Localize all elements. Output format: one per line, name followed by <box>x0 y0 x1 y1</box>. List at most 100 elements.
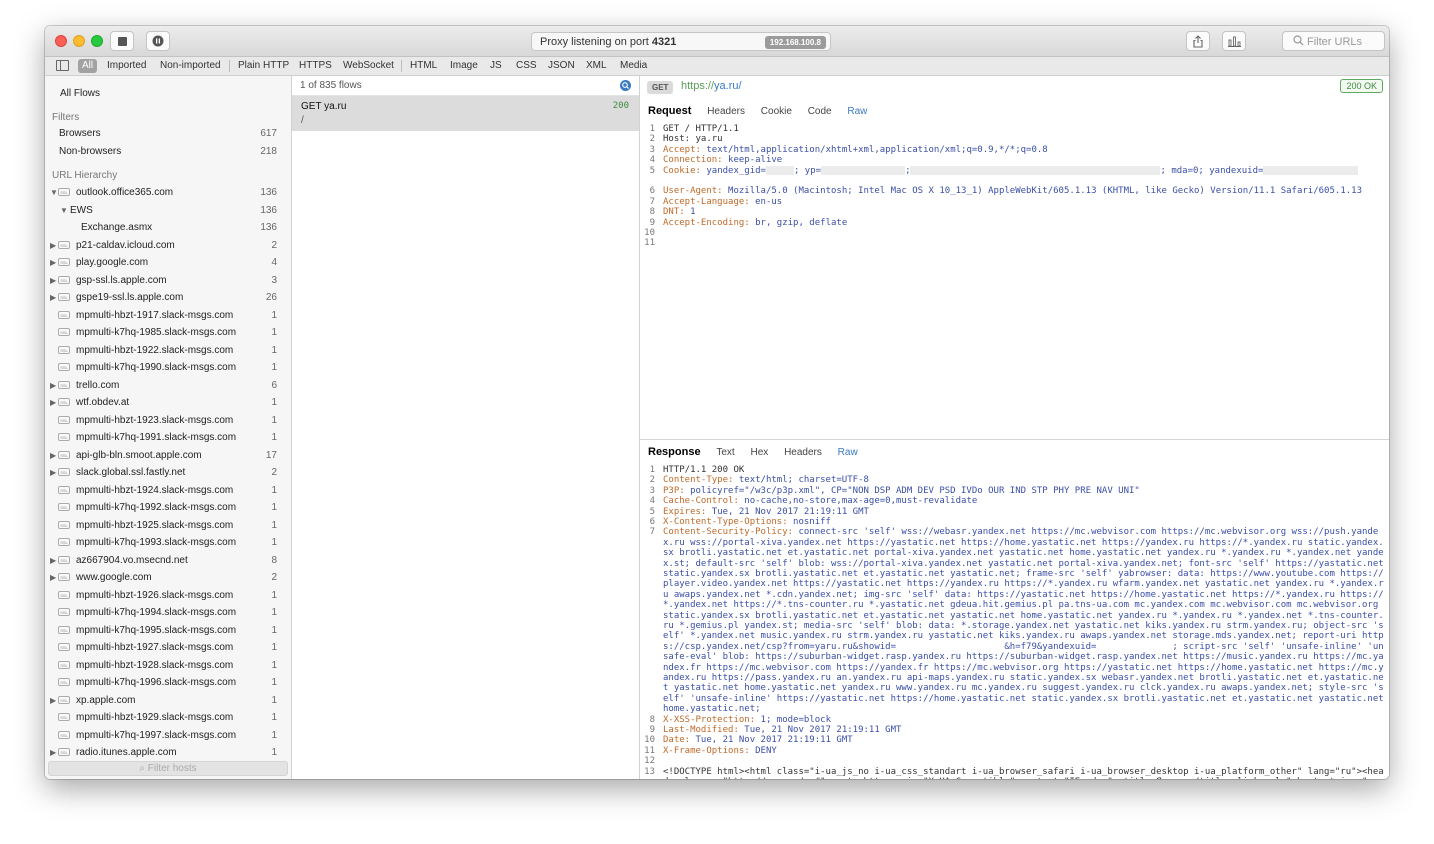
disclosure-collapsed-icon[interactable]: ▶ <box>50 552 56 569</box>
host-row[interactable]: ▶ SSL wtf.obdev.at 1 <box>45 394 291 411</box>
host-row[interactable]: ▶ SSL gsp-ssl.ls.apple.com 3 <box>45 272 291 289</box>
disclosure-expanded-icon[interactable]: ▼ <box>50 184 58 201</box>
zoom-button[interactable] <box>91 35 103 47</box>
host-row[interactable]: SSL mpmulti-hbzt-1925.slack-msgs.com 1 <box>45 517 291 534</box>
host-row[interactable]: SSL mpmulti-hbzt-1928.slack-msgs.com 1 <box>45 657 291 674</box>
filter-tab-html[interactable]: HTML <box>406 59 441 73</box>
pause-button[interactable] <box>146 31 170 51</box>
host-row[interactable]: SSL mpmulti-k7hq-1996.slack-msgs.com 1 <box>45 674 291 691</box>
host-row[interactable]: SSL mpmulti-hbzt-1923.slack-msgs.com 1 <box>45 412 291 429</box>
host-label: play.google.com <box>76 257 149 268</box>
host-row[interactable]: ▶ SSL slack.global.ssl.fastly.net 2 <box>45 464 291 481</box>
stop-button[interactable] <box>110 31 134 51</box>
flow-row[interactable]: GET ya.ru / 200 <box>292 96 639 131</box>
host-row[interactable]: SSL mpmulti-hbzt-1926.slack-msgs.com 1 <box>45 587 291 604</box>
header-name: Content-Type: <box>663 475 739 486</box>
disclosure-collapsed-icon[interactable]: ▶ <box>50 569 56 586</box>
host-row[interactable]: SSL mpmulti-k7hq-1990.slack-msgs.com 1 <box>45 359 291 376</box>
filter-tab-json[interactable]: JSON <box>544 59 579 73</box>
filter-tab-media[interactable]: Media <box>616 59 651 73</box>
search-flows-icon[interactable] <box>620 80 631 91</box>
filter-urls-input[interactable]: Filter URLs <box>1282 31 1385 51</box>
tab-response-raw[interactable]: Raw <box>838 447 858 458</box>
filter-tab-xml[interactable]: XML <box>582 59 611 73</box>
host-row[interactable]: ▶ SSL www.google.com 2 <box>45 569 291 586</box>
filter-tab-plain-http[interactable]: Plain HTTP <box>234 59 293 73</box>
sidebar-item-all-flows[interactable]: All Flows <box>45 85 291 102</box>
tab-request-code[interactable]: Code <box>808 106 832 117</box>
request-heading: Request <box>648 105 692 117</box>
filter-tab-imported[interactable]: Imported <box>103 59 150 73</box>
code-line: Cookie: yandex_gid=; yp=;; mda=0; yandex… <box>663 165 1385 176</box>
host-row[interactable]: SSL mpmulti-hbzt-1922.slack-msgs.com 1 <box>45 342 291 359</box>
filter-tab-non-imported[interactable]: Non-imported <box>156 59 225 73</box>
filter-tab-all[interactable]: All <box>78 59 98 73</box>
host-row[interactable]: ▶ SSL gspe19-ssl.ls.apple.com 26 <box>45 289 291 306</box>
sidebar-toggle-icon[interactable] <box>56 60 69 71</box>
pane-divider[interactable] <box>640 439 1389 440</box>
host-row[interactable]: ▶ SSL api-glb-bln.smoot.apple.com 17 <box>45 447 291 464</box>
host-row[interactable]: SSL mpmulti-k7hq-1991.slack-msgs.com 1 <box>45 429 291 446</box>
host-row[interactable]: Exchange.asmx 136 <box>45 219 291 236</box>
code-line: X-Content-Type-Options: nosniff <box>663 517 1385 527</box>
host-row[interactable]: SSL mpmulti-k7hq-1994.slack-msgs.com 1 <box>45 604 291 621</box>
disclosure-collapsed-icon[interactable]: ▶ <box>50 744 56 761</box>
tab-response-hex[interactable]: Hex <box>750 447 768 458</box>
host-row[interactable]: SSL mpmulti-k7hq-1985.slack-msgs.com 1 <box>45 324 291 341</box>
ssl-icon: SSL <box>58 748 70 756</box>
statistics-button[interactable] <box>1222 31 1246 51</box>
host-row[interactable]: ▼ EWS 136 <box>45 202 291 219</box>
host-row[interactable]: ▶ SSL play.google.com 4 <box>45 254 291 271</box>
host-row[interactable]: SSL mpmulti-hbzt-1924.slack-msgs.com 1 <box>45 482 291 499</box>
header-name: DNT: <box>663 207 691 218</box>
filter-tab-image[interactable]: Image <box>446 59 482 73</box>
disclosure-collapsed-icon[interactable]: ▶ <box>50 464 56 481</box>
disclosure-collapsed-icon[interactable]: ▶ <box>50 272 56 289</box>
host-row[interactable]: SSL mpmulti-k7hq-1995.slack-msgs.com 1 <box>45 622 291 639</box>
disclosure-collapsed-icon[interactable]: ▶ <box>50 377 56 394</box>
tab-response-text[interactable]: Text <box>716 447 734 458</box>
disclosure-collapsed-icon[interactable]: ▶ <box>50 447 56 464</box>
host-row[interactable]: SSL mpmulti-k7hq-1992.slack-msgs.com 1 <box>45 499 291 516</box>
host-row[interactable]: ▶ SSL az667904.vo.msecnd.net 8 <box>45 552 291 569</box>
host-row[interactable]: ▶ SSL trello.com 6 <box>45 377 291 394</box>
tab-request-headers[interactable]: Headers <box>707 106 745 117</box>
disclosure-expanded-icon[interactable]: ▼ <box>60 202 68 219</box>
filter-hosts-input[interactable]: ⌕ Filter hosts <box>48 761 288 776</box>
sidebar-filter-non-browsers[interactable]: Non-browsers 218 <box>45 143 291 160</box>
disclosure-collapsed-icon[interactable]: ▶ <box>50 289 56 306</box>
ssl-icon: SSL <box>58 398 70 406</box>
host-count: 1 <box>271 432 277 443</box>
ssl-icon: SSL <box>58 450 70 459</box>
filter-tab-websocket[interactable]: WebSocket <box>339 59 398 73</box>
host-row[interactable]: SSL mpmulti-k7hq-1993.slack-msgs.com 1 <box>45 534 291 551</box>
disclosure-collapsed-icon[interactable]: ▶ <box>50 237 56 254</box>
share-button[interactable] <box>1186 31 1210 51</box>
filter-tab-js[interactable]: JS <box>486 59 506 73</box>
method-badge: GET <box>647 81 674 94</box>
tab-response-headers[interactable]: Headers <box>784 447 822 458</box>
disclosure-collapsed-icon[interactable]: ▶ <box>50 254 56 271</box>
host-row[interactable]: ▶ SSL p21-caldav.icloud.com 2 <box>45 237 291 254</box>
filter-tab-https[interactable]: HTTPS <box>295 59 336 73</box>
close-button[interactable] <box>55 35 67 47</box>
tab-request-raw[interactable]: Raw <box>847 106 867 117</box>
ssl-icon: SSL <box>58 275 70 284</box>
host-row[interactable]: ▼ SSL outlook.office365.com 136 <box>45 184 291 201</box>
host-row[interactable]: SSL mpmulti-hbzt-1929.slack-msgs.com 1 <box>45 709 291 726</box>
sidebar-filter-browsers[interactable]: Browsers 617 <box>45 125 291 142</box>
disclosure-collapsed-icon[interactable]: ▶ <box>50 692 56 709</box>
redacted-value <box>1263 165 1359 175</box>
minimize-button[interactable] <box>73 35 85 47</box>
disclosure-collapsed-icon[interactable]: ▶ <box>50 394 56 411</box>
host-row[interactable]: SSL mpmulti-hbzt-1917.slack-msgs.com 1 <box>45 307 291 324</box>
host-row[interactable]: ▶ SSL xp.apple.com 1 <box>45 692 291 709</box>
tab-request-cookie[interactable]: Cookie <box>761 106 792 117</box>
host-row[interactable]: ▶ SSL radio.itunes.apple.com 1 <box>45 744 291 761</box>
url-scheme: https:// <box>681 80 715 92</box>
filter-tab-css[interactable]: CSS <box>512 59 541 73</box>
host-row[interactable]: SSL mpmulti-hbzt-1927.slack-msgs.com 1 <box>45 639 291 656</box>
host-label: mpmulti-hbzt-1922.slack-msgs.com <box>76 344 234 356</box>
host-row[interactable]: SSL mpmulti-k7hq-1997.slack-msgs.com 1 <box>45 727 291 744</box>
host-label: mpmulti-hbzt-1926.slack-msgs.com <box>76 589 234 601</box>
